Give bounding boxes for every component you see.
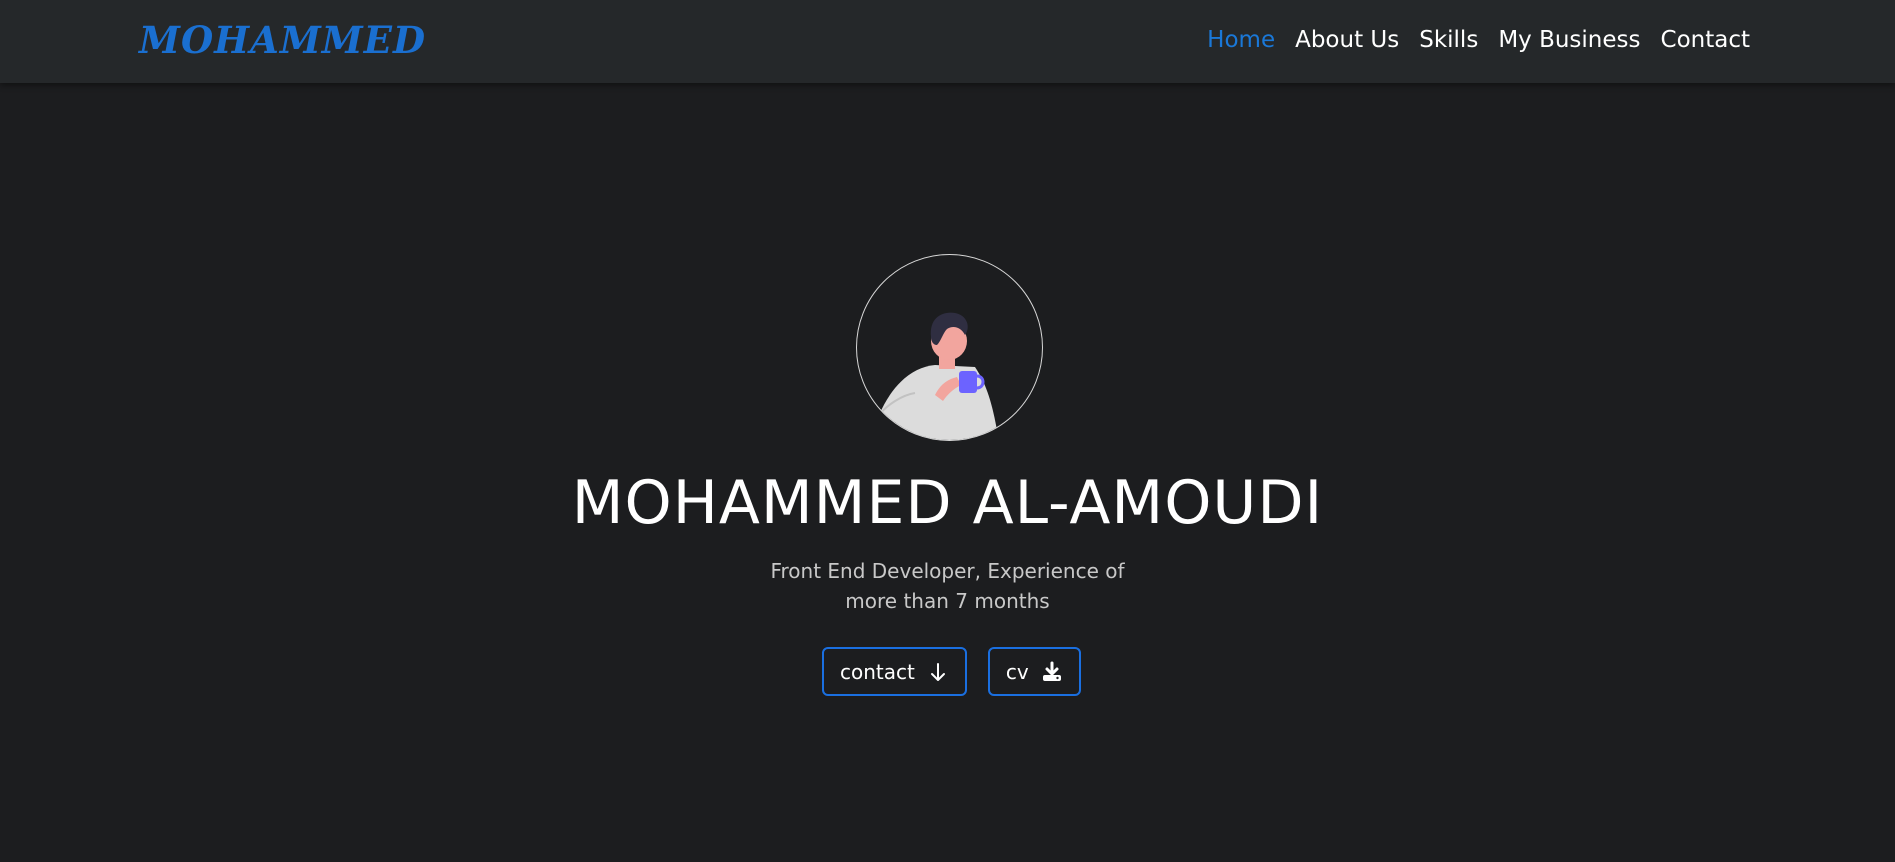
contact-button[interactable]: contact [822,647,967,696]
cv-button[interactable]: cv [987,647,1081,696]
hero-tagline: Front End Developer, Experience of more … [770,559,1125,613]
navbar: MOHAMMED Home About Us Skills My Busines… [0,0,1895,83]
download-icon [1041,661,1063,683]
nav-home[interactable]: Home [1207,27,1275,53]
nav-links: Home About Us Skills My Business Contact [1207,22,1750,58]
cv-button-label: cv [1005,659,1029,684]
hero-buttons: contact cv [822,647,1081,696]
hero-section: MOHAMMED AL-AMOUDI Front End Developer, … [0,83,1895,862]
nav-skills[interactable]: Skills [1419,27,1478,53]
arrow-down-icon [927,661,949,683]
person-with-mug-illustration [878,312,999,440]
hero-name: MOHAMMED AL-AMOUDI [571,468,1324,538]
nav-contact[interactable]: Contact [1661,27,1750,53]
nav-my-business[interactable]: My Business [1498,27,1640,53]
avatar [856,254,1043,441]
contact-button-label: contact [840,659,915,684]
nav-about-us[interactable]: About Us [1295,27,1399,53]
brand-logo[interactable]: MOHAMMED [139,14,426,66]
